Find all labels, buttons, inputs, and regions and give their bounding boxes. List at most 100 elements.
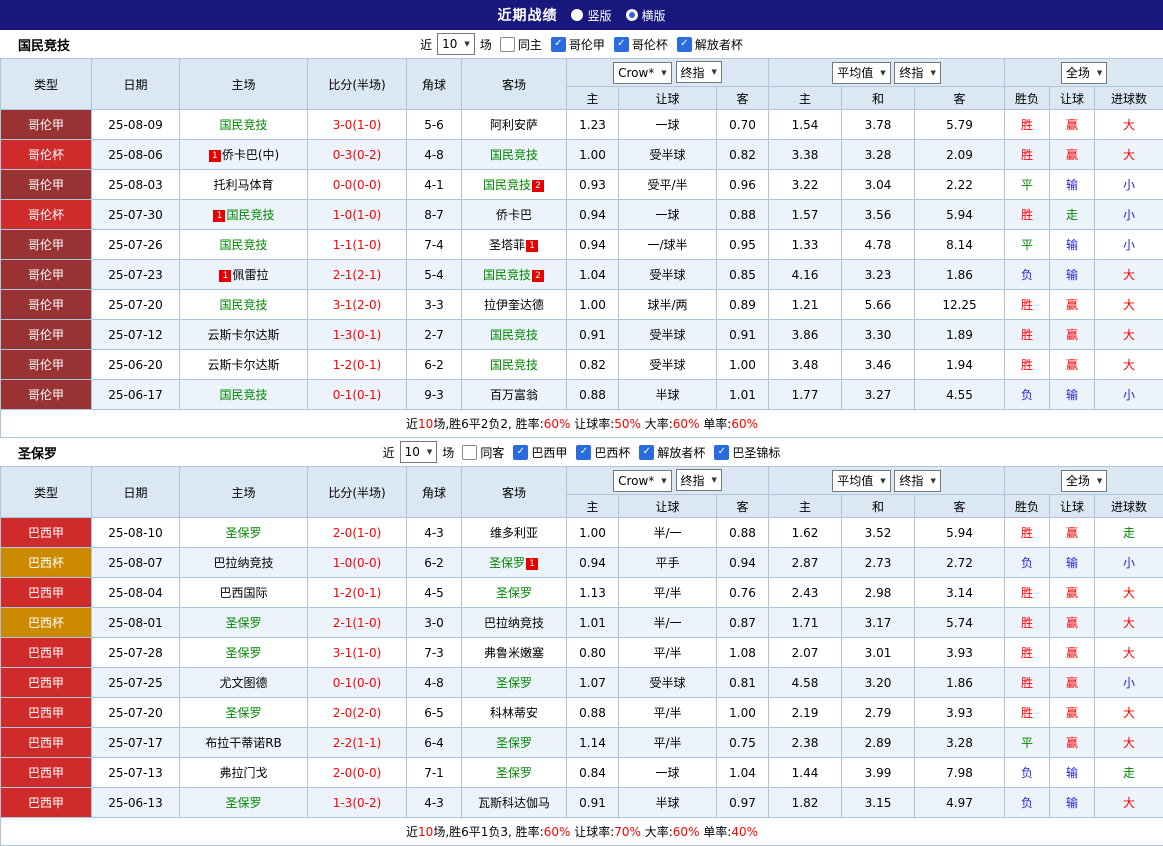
odds-value: 0.94 — [567, 548, 619, 578]
avg-odds-value: 4.58 — [769, 668, 842, 698]
odds-value: 1.04 — [567, 260, 619, 290]
radio-label: 横版 — [642, 7, 666, 24]
layout-radio-vertical[interactable]: 竖版 — [571, 7, 611, 24]
team-cell: 瓦斯科达伽马 — [462, 788, 567, 818]
odds-value: 1.08 — [717, 638, 769, 668]
filter-checkbox[interactable]: ✓解放者杯 — [639, 444, 705, 461]
team-name: 圣保罗 — [225, 706, 261, 720]
scope-select[interactable]: 全场▼ — [1061, 62, 1107, 84]
avg-odds-value: 2.43 — [769, 578, 842, 608]
filter-checkbox[interactable]: ✓哥伦甲 — [551, 36, 605, 53]
odds-source-select[interactable]: Crow*▼ — [613, 62, 672, 84]
avg-source-select[interactable]: 平均值▼ — [832, 62, 890, 84]
team-cell: 圣保罗 — [180, 608, 308, 638]
league-badge: 哥伦甲 — [1, 260, 92, 290]
chevron-down-icon: ▼ — [661, 477, 666, 485]
league-badge: 巴西甲 — [1, 788, 92, 818]
avg-odds-value: 5.66 — [842, 290, 915, 320]
odds-value: 0.88 — [567, 698, 619, 728]
odds-value: 0.75 — [717, 728, 769, 758]
team-name: 国民竞技 — [226, 208, 274, 222]
section-nacional: 国民竞技 近 10▼ 场 同主✓哥伦甲✓哥伦杯✓解放者杯 类型 日期 主场 比分… — [0, 30, 1163, 438]
filter-checkbox[interactable]: ✓巴西杯 — [576, 444, 630, 461]
chevron-down-icon: ▼ — [1097, 477, 1102, 485]
filter-controls: 近 10▼ 场 同主✓哥伦甲✓哥伦杯✓解放者杯 — [420, 33, 743, 55]
layout-radio-horizontal[interactable]: 横版 — [626, 7, 666, 24]
summary-segment: 场,胜6平2负2, 胜率: — [433, 417, 543, 431]
odds-value: 0.94 — [717, 548, 769, 578]
team-name: 拉伊奎达德 — [484, 298, 544, 312]
result-cell: 胜 — [1005, 290, 1050, 320]
goals-result-cell: 大 — [1095, 260, 1163, 290]
corners: 4-1 — [407, 170, 462, 200]
avg-odds-value: 3.27 — [842, 380, 915, 410]
odds-value: 1.00 — [567, 518, 619, 548]
handicap-result-cell: 赢 — [1050, 728, 1095, 758]
avg-final-select[interactable]: 终指▼ — [894, 62, 940, 84]
col-handicap-result: 让球 — [1050, 87, 1095, 110]
summary-segment: 10 — [418, 417, 433, 431]
team-cell: 国民竞技2 — [462, 260, 567, 290]
scope-select[interactable]: 全场▼ — [1061, 470, 1107, 492]
filter-checkbox[interactable]: ✓哥伦杯 — [614, 36, 668, 53]
goals-result-cell: 大 — [1095, 140, 1163, 170]
corners: 4-3 — [407, 518, 462, 548]
match-date: 25-07-30 — [92, 200, 180, 230]
match-row: 巴西甲25-07-28圣保罗3-1(1-0)7-3弗鲁米嫩塞0.80平/半1.0… — [1, 638, 1163, 668]
goals-result-cell: 小 — [1095, 200, 1163, 230]
match-date: 25-08-06 — [92, 140, 180, 170]
handicap-result-cell: 走 — [1050, 200, 1095, 230]
odds-final-select[interactable]: 终指▼ — [676, 61, 722, 83]
avg-final-select[interactable]: 终指▼ — [894, 470, 940, 492]
chevron-down-icon: ▼ — [661, 69, 666, 77]
league-badge: 哥伦甲 — [1, 290, 92, 320]
goals-result-cell: 小 — [1095, 668, 1163, 698]
corners: 5-4 — [407, 260, 462, 290]
league-badge: 巴西甲 — [1, 578, 92, 608]
summary-segment: 60% — [544, 825, 571, 839]
result-cell: 平 — [1005, 230, 1050, 260]
team-name: 维多利亚 — [490, 526, 538, 540]
filter-checkbox[interactable]: 同客 — [462, 444, 504, 461]
avg-odds-value: 3.86 — [769, 320, 842, 350]
team-name: 尤文图德 — [219, 676, 267, 690]
team-name: 云斯卡尔达斯 — [207, 358, 279, 372]
league-badge: 巴西杯 — [1, 548, 92, 578]
team-name: 百万富翁 — [490, 388, 538, 402]
corners: 8-7 — [407, 200, 462, 230]
filter-checkbox[interactable]: ✓巴圣锦标 — [714, 444, 780, 461]
odds-value: 1.00 — [567, 290, 619, 320]
avg-source-select[interactable]: 平均值▼ — [832, 470, 890, 492]
avg-odds-value: 1.82 — [769, 788, 842, 818]
league-badge: 哥伦杯 — [1, 140, 92, 170]
topbar: 近期战绩 竖版 横版 — [0, 0, 1163, 30]
corners: 4-8 — [407, 668, 462, 698]
team-name: 弗拉门戈 — [219, 766, 267, 780]
match-count-select[interactable]: 10▼ — [437, 33, 475, 55]
red-card-badge: 1 — [526, 240, 538, 252]
checkbox-label: 巴西甲 — [531, 444, 567, 461]
match-count-select[interactable]: 10▼ — [400, 441, 438, 463]
filter-checkbox[interactable]: ✓解放者杯 — [677, 36, 743, 53]
odds-value: 1.01 — [567, 608, 619, 638]
team-cell: 巴西国际 — [180, 578, 308, 608]
filter-checkbox[interactable]: 同主 — [500, 36, 542, 53]
odds-value: 一球 — [619, 758, 717, 788]
goals-result-cell: 小 — [1095, 548, 1163, 578]
avg-odds-value: 7.98 — [915, 758, 1005, 788]
col-type: 类型 — [1, 59, 92, 110]
filter-checkbox[interactable]: ✓巴西甲 — [513, 444, 567, 461]
odds-final-select[interactable]: 终指▼ — [676, 469, 722, 491]
col-odds-handicap: 让球 — [619, 495, 717, 518]
odds-source-select[interactable]: Crow*▼ — [613, 470, 672, 492]
summary-segment: 40% — [731, 825, 758, 839]
match-date: 25-07-17 — [92, 728, 180, 758]
scope-select-cell: 全场▼ — [1005, 59, 1163, 87]
col-away: 客场 — [462, 59, 567, 110]
match-date: 25-07-20 — [92, 698, 180, 728]
chevron-down-icon: ▼ — [930, 69, 935, 77]
match-date: 25-08-07 — [92, 548, 180, 578]
team-cell: 维多利亚 — [462, 518, 567, 548]
recent-label: 近 — [383, 444, 395, 461]
summary-segment: 大率: — [641, 825, 673, 839]
